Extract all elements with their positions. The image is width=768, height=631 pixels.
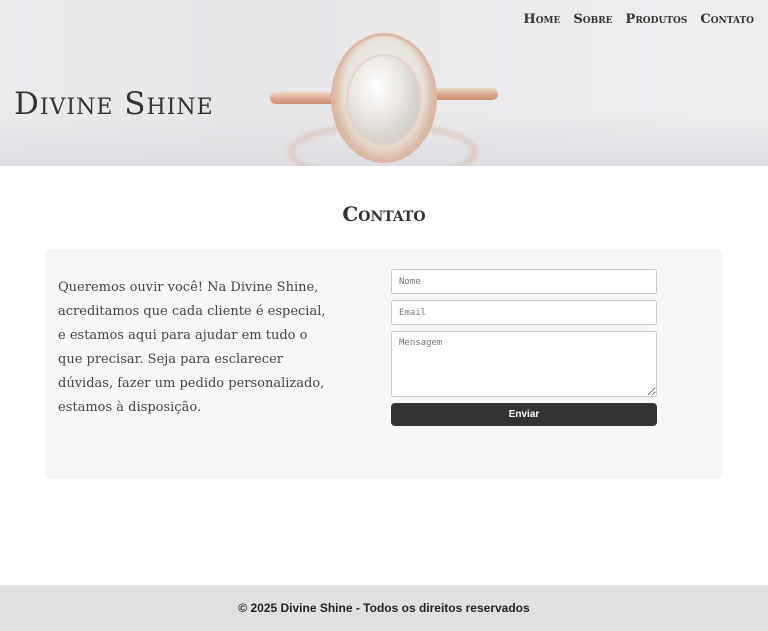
message-field[interactable] <box>391 331 657 397</box>
submit-button[interactable]: Enviar <box>391 403 657 426</box>
nav-sobre[interactable]: Sobre <box>573 12 612 27</box>
contact-intro: Queremos ouvir você! Na Divine Shine, ac… <box>58 280 326 415</box>
contact-card: Queremos ouvir você! Na Divine Shine, ac… <box>45 249 723 479</box>
nav-contato[interactable]: Contato <box>700 12 754 27</box>
main-nav: Home Sobre Produtos Contato <box>523 12 754 27</box>
nav-home[interactable]: Home <box>523 12 560 27</box>
footer: © 2025 Divine Shine - Todos os direitos … <box>0 585 768 631</box>
hero-banner: Divine Shine Home Sobre Produtos Contato <box>0 0 768 166</box>
nav-produtos[interactable]: Produtos <box>626 12 688 27</box>
page-title: Contato <box>342 202 426 226</box>
name-field[interactable] <box>391 269 657 294</box>
footer-text: © 2025 Divine Shine - Todos os direitos … <box>238 601 530 615</box>
brand-logo: Divine Shine <box>14 86 214 122</box>
ring-stone <box>346 54 422 146</box>
ring-image <box>270 34 500 166</box>
email-field[interactable] <box>391 300 657 325</box>
